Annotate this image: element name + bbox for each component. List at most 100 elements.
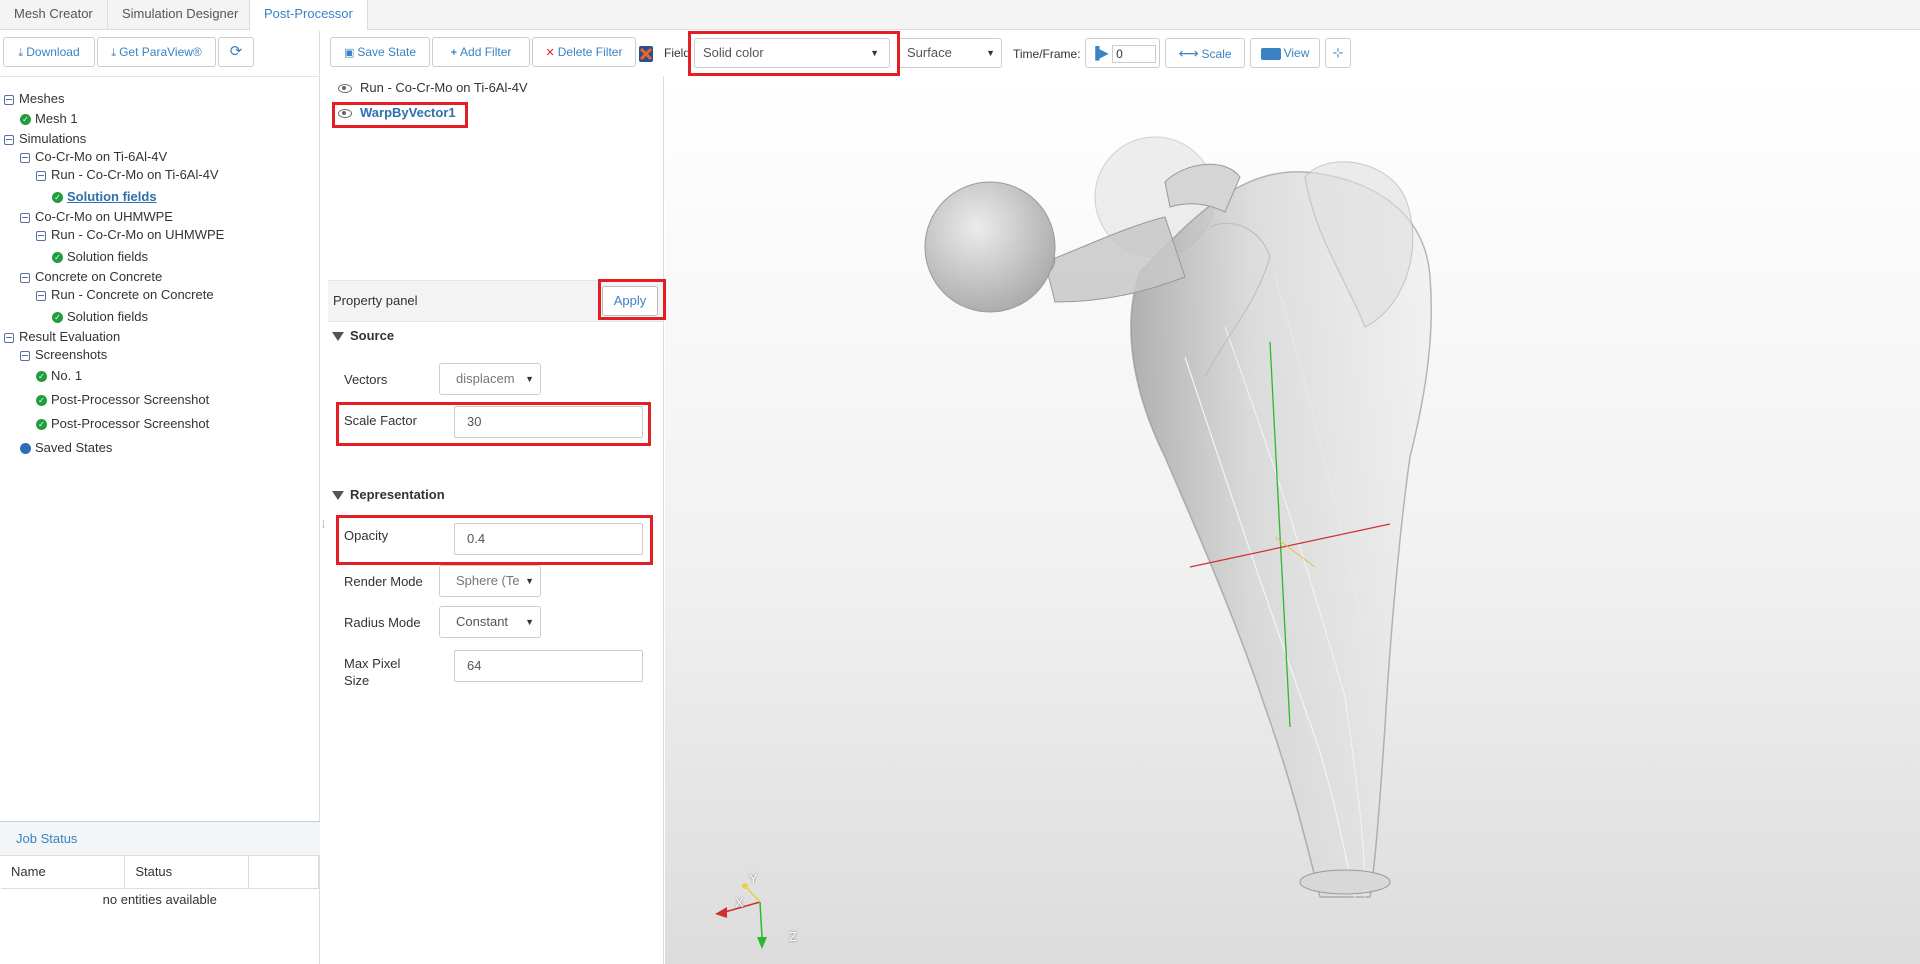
vectors-select[interactable]: displacem ▼	[439, 363, 541, 395]
tree-item-run2[interactable]: Run - Co-Cr-Mo on UHMWPE	[36, 226, 224, 244]
chevron-down-icon: ▼	[525, 617, 534, 627]
tree-item-meshes[interactable]: Meshes	[4, 90, 65, 108]
vectors-label: Vectors	[344, 372, 388, 387]
check-icon: ✓	[52, 192, 63, 204]
state-dot-icon	[20, 443, 31, 455]
representation-select[interactable]: Surface ▼	[898, 38, 1002, 68]
check-icon: ✓	[52, 252, 63, 264]
check-icon: ✓	[36, 419, 47, 431]
chevron-down-icon: ▼	[986, 48, 995, 58]
empty-message: no entities available	[102, 891, 217, 907]
job-status-title[interactable]: Job Status	[0, 822, 320, 856]
save-icon: ▣	[343, 47, 355, 59]
collapse-icon[interactable]	[20, 152, 30, 163]
axes-toggle-button[interactable]: ⊹	[1325, 38, 1351, 68]
tree-item-simulations[interactable]: Simulations	[4, 130, 86, 148]
reset-camera-icon[interactable]	[638, 45, 654, 63]
render-mode-label: Render Mode	[344, 574, 423, 589]
collapse-icon[interactable]	[20, 212, 30, 223]
collapse-icon[interactable]	[4, 94, 14, 105]
tree-item-saved-states[interactable]: Saved States	[20, 439, 112, 457]
tab-mesh-creator[interactable]: Mesh Creator	[0, 0, 108, 30]
time-frame-label: Time/Frame:	[1013, 47, 1081, 61]
check-icon: ✓	[20, 114, 31, 126]
scale-button[interactable]: ⟷ Scale	[1165, 38, 1245, 68]
plus-icon: +	[450, 47, 458, 59]
collapse-icon[interactable]	[36, 230, 46, 241]
save-state-button[interactable]: ▣ Save State	[330, 37, 430, 67]
tree-item-run1[interactable]: Run - Co-Cr-Mo on Ti-6Al-4V	[36, 166, 219, 184]
tree-item-run3[interactable]: Run - Concrete on Concrete	[36, 286, 214, 304]
play-icon[interactable]: ▐▶	[1091, 46, 1109, 60]
tab-simulation-designer[interactable]: Simulation Designer	[108, 0, 254, 30]
property-panel-header: Property panel Apply	[328, 280, 663, 322]
tree-item-sim1[interactable]: Co-Cr-Mo on Ti-6Al-4V	[20, 148, 167, 166]
field-label: Field	[664, 46, 691, 60]
visibility-eye-icon[interactable]	[338, 109, 352, 119]
download-icon: ⤓	[18, 47, 24, 59]
view-button[interactable]: View	[1250, 38, 1320, 68]
tree-item-sol2[interactable]: ✓ Solution fields	[52, 248, 148, 266]
opacity-label: Opacity	[344, 528, 389, 543]
radius-mode-select[interactable]: Constant ▼	[439, 606, 541, 638]
tree-item-sol3[interactable]: ✓ Solution fields	[52, 308, 148, 326]
check-icon: ✓	[36, 371, 47, 383]
3d-viewport[interactable]: Y X Z	[665, 77, 1920, 964]
max-pixel-size-input[interactable]: 64	[454, 650, 643, 682]
download-button[interactable]: ⤓ Download	[3, 37, 95, 67]
tree-item-mesh1[interactable]: ✓ Mesh 1	[20, 110, 78, 128]
pipeline-and-properties-panel: Run - Co-Cr-Mo on Ti-6Al-4V WarpByVector…	[328, 76, 664, 964]
delete-filter-button[interactable]: ✕ Delete Filter	[532, 37, 636, 67]
download-icon: ⤓	[111, 47, 117, 59]
collapse-icon[interactable]	[36, 290, 46, 301]
visibility-eye-icon[interactable]	[338, 84, 352, 94]
collapse-icon[interactable]	[20, 272, 30, 283]
view-icon	[1260, 47, 1281, 60]
collapse-icon[interactable]	[36, 170, 46, 181]
max-pixel-size-label: Max Pixel Size	[344, 656, 401, 688]
tree-item-screenshot-2[interactable]: ✓ Post-Processor Screenshot	[36, 391, 209, 409]
scale-factor-label: Scale Factor	[344, 413, 417, 428]
collapse-icon[interactable]	[4, 332, 14, 343]
pipeline-item-run[interactable]: Run - Co-Cr-Mo on Ti-6Al-4V	[338, 78, 528, 98]
main-tab-bar: Mesh Creator Simulation Designer Post-Pr…	[0, 0, 1920, 31]
column-status[interactable]: Status	[124, 856, 250, 889]
render-mode-select[interactable]: Sphere (Te ▼	[439, 565, 541, 597]
axes-icon: ⊹	[1332, 45, 1344, 60]
opacity-input[interactable]: 0.4	[454, 523, 643, 555]
refresh-button[interactable]: ⟳	[218, 37, 254, 67]
tree-item-screenshot-1[interactable]: ✓ No. 1	[36, 367, 82, 385]
chevron-down-icon: ▼	[870, 48, 879, 58]
job-status-panel: Job Status Name Status no entities avail…	[0, 821, 320, 964]
collapse-icon[interactable]	[20, 350, 30, 361]
left-toolbar: ⤓ Download ⤓ Get ParaView® ⟳	[0, 37, 320, 67]
column-name[interactable]: Name	[1, 856, 126, 889]
check-icon: ✓	[52, 312, 63, 324]
left-panel: ⤓ Download ⤓ Get ParaView® ⟳ Meshes ✓ Mesh …	[0, 31, 320, 964]
panel-splitter-handle[interactable]: ⁞	[322, 520, 325, 531]
scale-factor-input[interactable]: 30	[454, 406, 643, 438]
x-axis-label: X	[735, 895, 744, 910]
collapse-triangle-icon	[332, 491, 344, 501]
z-axis-label: Z	[789, 929, 797, 944]
time-frame-control[interactable]: ▐▶ 0	[1085, 38, 1160, 68]
add-filter-button[interactable]: + Add Filter	[432, 37, 530, 67]
property-panel-title: Property panel	[333, 293, 418, 308]
get-paraview-button[interactable]: ⤓ Get ParaView®	[97, 37, 216, 67]
tree-item-screenshot-3[interactable]: ✓ Post-Processor Screenshot	[36, 415, 209, 433]
pipeline-item-warpbyvector[interactable]: WarpByVector1	[338, 103, 456, 123]
femur-implant-render	[924, 136, 1433, 898]
collapse-icon[interactable]	[4, 134, 14, 145]
tree-item-sim2[interactable]: Co-Cr-Mo on UHMWPE	[20, 208, 173, 226]
source-section-toggle[interactable]: Source	[332, 328, 394, 343]
scale-arrows-icon: ⟷	[1178, 45, 1199, 61]
tree-item-sim3[interactable]: Concrete on Concrete	[20, 268, 162, 286]
field-select[interactable]: Solid color ▼	[694, 38, 890, 68]
tab-post-processor[interactable]: Post-Processor	[249, 0, 368, 31]
time-frame-input[interactable]: 0	[1112, 44, 1157, 63]
tree-item-sol1[interactable]: ✓ Solution fields	[52, 188, 157, 206]
tree-item-screenshots[interactable]: Screenshots	[20, 346, 107, 364]
apply-button[interactable]: Apply	[602, 286, 658, 316]
tree-item-result-evaluation[interactable]: Result Evaluation	[4, 328, 120, 346]
representation-section-toggle[interactable]: Representation	[332, 487, 445, 502]
